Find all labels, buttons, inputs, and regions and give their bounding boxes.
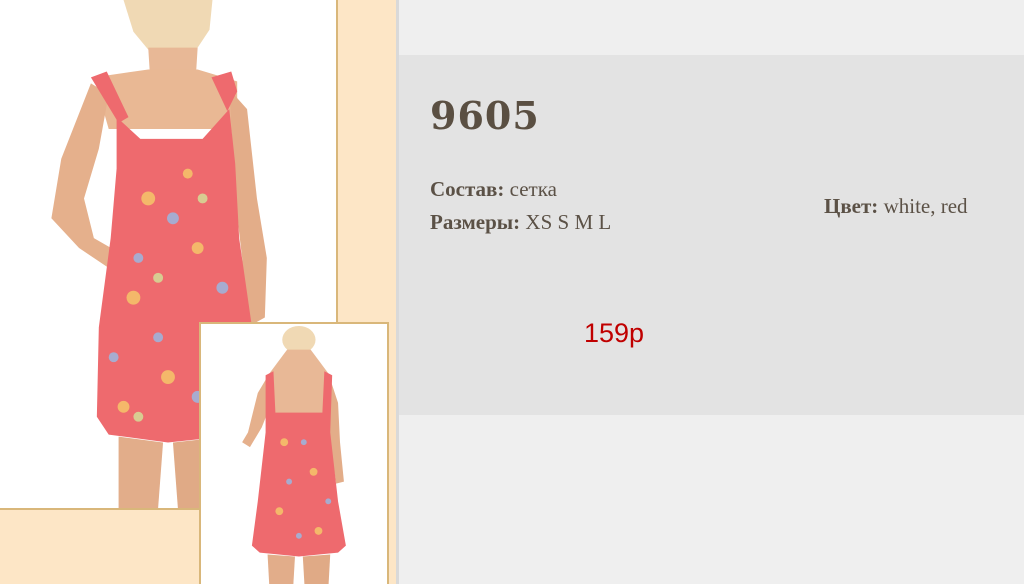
composition-label: Состав: <box>430 177 505 201</box>
composition-value: сетка <box>509 177 557 201</box>
bottom-band <box>399 415 1024 584</box>
color-spec: Цвет: white, red <box>824 194 968 219</box>
product-price: 159р <box>584 318 645 348</box>
product-info-panel: 9605 Состав: сетка Размеры: XS S M L Цве… <box>399 55 1024 415</box>
color-value: white, red <box>883 194 968 218</box>
top-band <box>399 0 1024 55</box>
product-sku: 9605 <box>430 93 540 138</box>
sizes-label: Размеры: <box>430 210 521 234</box>
model-back-image <box>201 324 387 584</box>
product-gallery <box>0 0 398 584</box>
thumbnail-product-photo[interactable] <box>199 322 389 584</box>
sizes-spec: Размеры: XS S M L <box>430 210 611 235</box>
color-label: Цвет: <box>824 194 879 218</box>
sizes-value: XS S M L <box>525 210 612 234</box>
composition-spec: Состав: сетка <box>430 177 557 202</box>
